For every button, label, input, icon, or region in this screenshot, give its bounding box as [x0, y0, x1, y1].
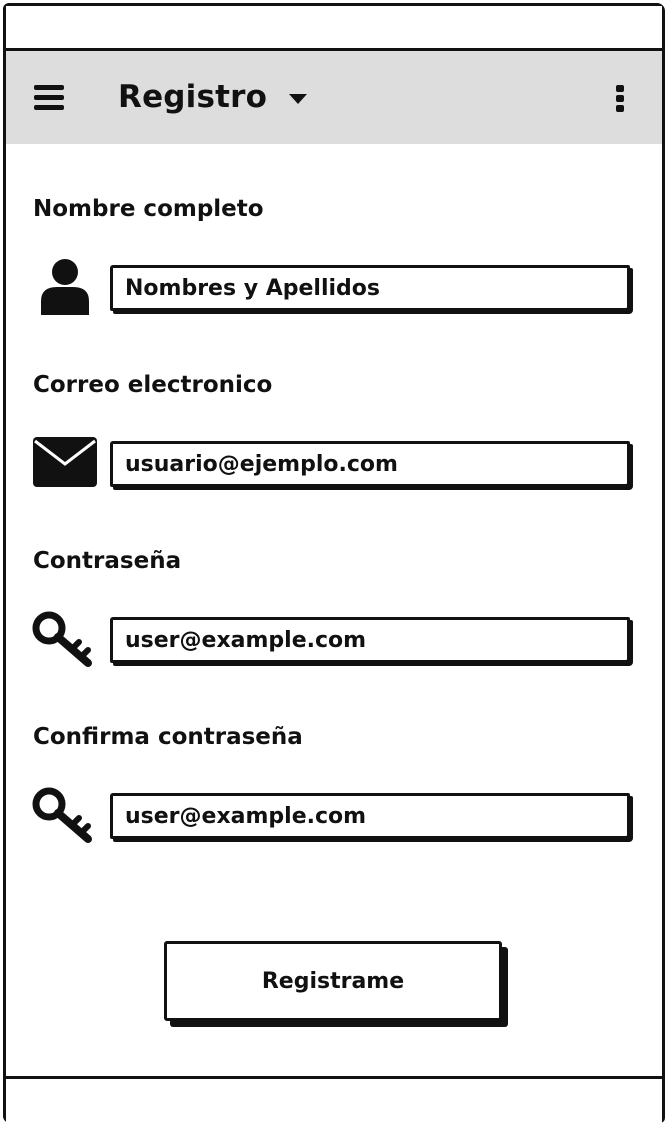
full-name-field[interactable] — [110, 265, 630, 311]
password-field[interactable] — [110, 617, 630, 663]
key-icon — [32, 611, 92, 667]
key-icon — [32, 787, 92, 843]
user-icon — [41, 259, 89, 315]
confirm-password-label: Confirma contraseña — [33, 724, 303, 750]
password-input[interactable] — [113, 620, 627, 660]
page-title: Registro — [118, 79, 268, 115]
title-dropdown[interactable]: Registro — [118, 77, 308, 117]
register-button[interactable]: Registrame — [164, 941, 502, 1021]
full-name-input[interactable] — [113, 268, 627, 308]
app-bar: Registro — [6, 51, 662, 144]
password-label: Contraseña — [33, 548, 182, 574]
vertical-ellipsis-icon[interactable] — [613, 85, 627, 115]
email-input[interactable] — [113, 444, 627, 484]
caret-down-icon — [289, 94, 308, 104]
status-bar — [6, 6, 662, 51]
confirm-password-field[interactable] — [110, 793, 630, 839]
confirm-password-input[interactable] — [113, 796, 627, 836]
email-label: Correo electronico — [33, 372, 273, 398]
phone-frame: Registro Nombre completo Correo electron… — [3, 3, 665, 1123]
email-field[interactable] — [110, 441, 630, 487]
name-label: Nombre completo — [33, 196, 264, 222]
bottom-bar — [6, 1076, 662, 1123]
envelope-icon — [33, 437, 97, 487]
hamburger-menu-icon[interactable] — [34, 85, 64, 111]
